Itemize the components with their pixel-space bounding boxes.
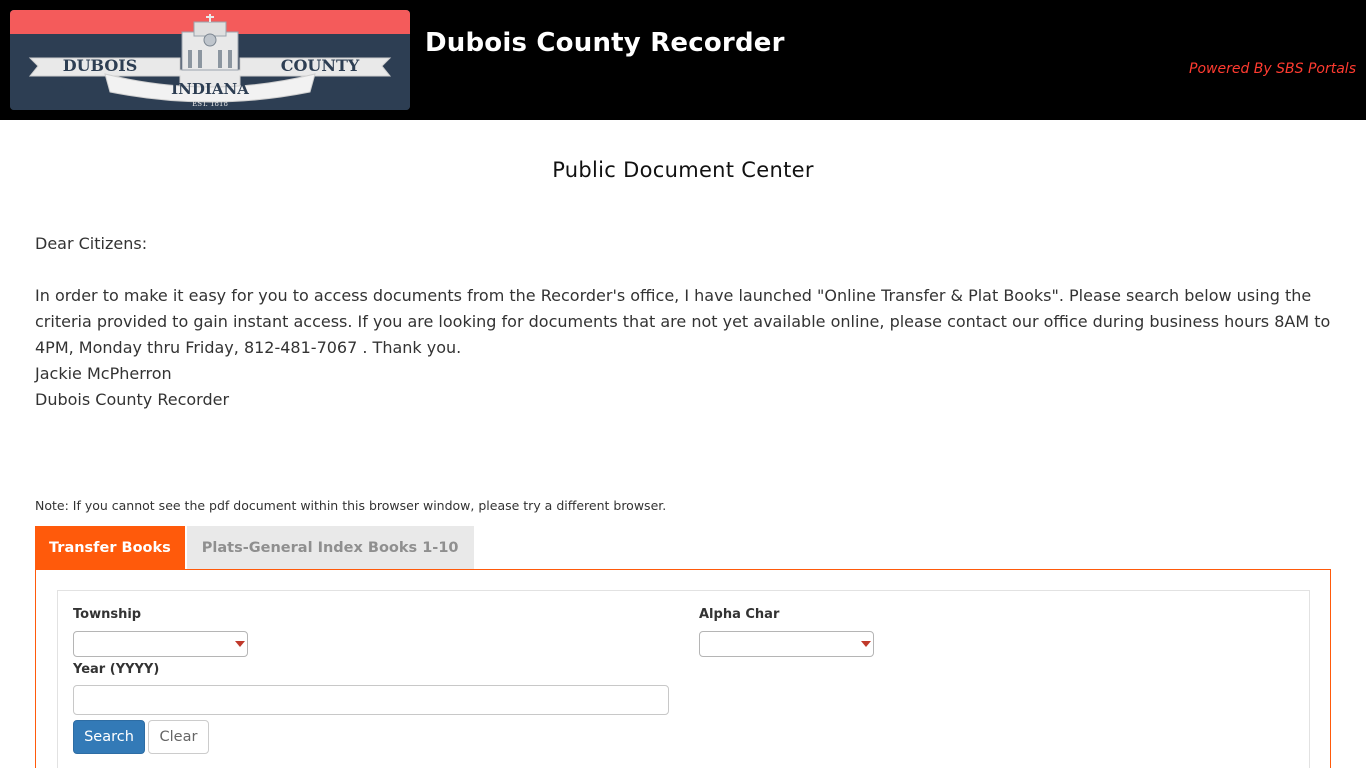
dropdown-caret-icon	[861, 641, 871, 647]
search-button[interactable]: Search	[73, 720, 145, 754]
search-panel: Township Alpha Char Year (YYYY) Search C…	[35, 569, 1331, 768]
tab-transfer-books[interactable]: Transfer Books	[35, 526, 185, 570]
alpha-char-select[interactable]	[699, 631, 874, 657]
letter-signature-title: Dubois County Recorder	[35, 390, 230, 409]
clear-button[interactable]: Clear	[148, 720, 209, 754]
county-seal-icon: DUBOIS COUNTY INDIANA EST. 1818	[10, 10, 410, 110]
dropdown-caret-icon	[235, 641, 245, 647]
county-logo[interactable]: DUBOIS COUNTY INDIANA EST. 1818	[10, 10, 410, 110]
search-tabs: Transfer Books Plats-General Index Books…	[35, 526, 474, 570]
browser-note: Note: If you cannot see the pdf document…	[35, 498, 667, 513]
logo-line-4: EST. 1818	[192, 100, 228, 108]
letter-greeting: Dear Citizens:	[35, 234, 148, 253]
search-form: Township Alpha Char Year (YYYY) Search C…	[57, 590, 1310, 768]
township-select[interactable]	[73, 631, 248, 657]
letter-spacer	[35, 257, 1335, 283]
logo-line-1: DUBOIS	[63, 56, 138, 75]
year-input[interactable]	[73, 685, 669, 715]
logo-line-3: INDIANA	[171, 80, 249, 98]
letter-body: In order to make it easy for you to acce…	[35, 286, 1331, 357]
logo-line-2: COUNTY	[281, 56, 360, 75]
site-header: DUBOIS COUNTY INDIANA EST. 1818 Dubois C…	[0, 0, 1366, 120]
alpha-char-label: Alpha Char	[699, 607, 780, 622]
year-label: Year (YYYY)	[73, 662, 160, 677]
tab-plats-general-index[interactable]: Plats-General Index Books 1-10	[186, 526, 474, 570]
page-title: Public Document Center	[552, 158, 814, 182]
letter-signature-name: Jackie McPherron	[35, 364, 172, 383]
township-label: Township	[73, 607, 142, 622]
powered-by-link[interactable]: Powered By SBS Portals	[1189, 61, 1356, 77]
site-title: Dubois County Recorder	[425, 28, 785, 58]
welcome-letter: Dear Citizens: In order to make it easy …	[35, 231, 1335, 413]
